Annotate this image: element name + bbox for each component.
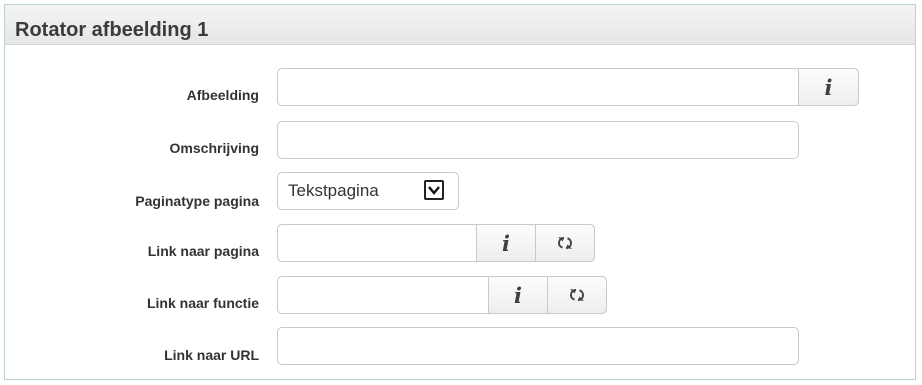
link-functie-info-button[interactable]: i xyxy=(488,276,548,314)
omschrijving-label: Omschrijving xyxy=(169,140,259,156)
rotator-panel: Rotator afbeelding 1 Afbeelding i Omschr… xyxy=(4,4,916,380)
info-icon: i xyxy=(824,74,833,100)
panel-title: Rotator afbeelding 1 xyxy=(15,19,209,41)
link-functie-refresh-button[interactable] xyxy=(547,276,607,314)
chevron-down-icon[interactable] xyxy=(424,180,444,200)
link-pagina-info-button[interactable]: i xyxy=(476,224,536,262)
afbeelding-input[interactable]: i xyxy=(277,68,859,106)
refresh-icon xyxy=(569,289,585,301)
info-icon: i xyxy=(514,282,522,308)
link-functie-input[interactable]: i xyxy=(277,276,607,314)
afbeelding-info-button[interactable]: i xyxy=(798,68,859,106)
link-functie-label: Link naar functie xyxy=(146,295,259,311)
link-pagina-input[interactable]: i xyxy=(277,224,595,262)
paginatype-label: Paginatype pagina xyxy=(135,193,259,209)
paginatype-select[interactable]: Tekstpagina xyxy=(277,172,459,210)
link-pagina-refresh-button[interactable] xyxy=(535,224,595,262)
link-pagina-label: Link naar pagina xyxy=(147,243,259,259)
paginatype-selected-value: Tekstpagina xyxy=(288,181,379,200)
panel-header: Rotator afbeelding 1 xyxy=(5,5,915,45)
afbeelding-label: Afbeelding xyxy=(186,87,259,103)
refresh-icon xyxy=(557,237,573,249)
link-url-label: Link naar URL xyxy=(164,347,259,363)
omschrijving-input[interactable] xyxy=(277,121,799,159)
info-icon: i xyxy=(502,230,510,256)
link-url-input[interactable] xyxy=(277,327,799,365)
